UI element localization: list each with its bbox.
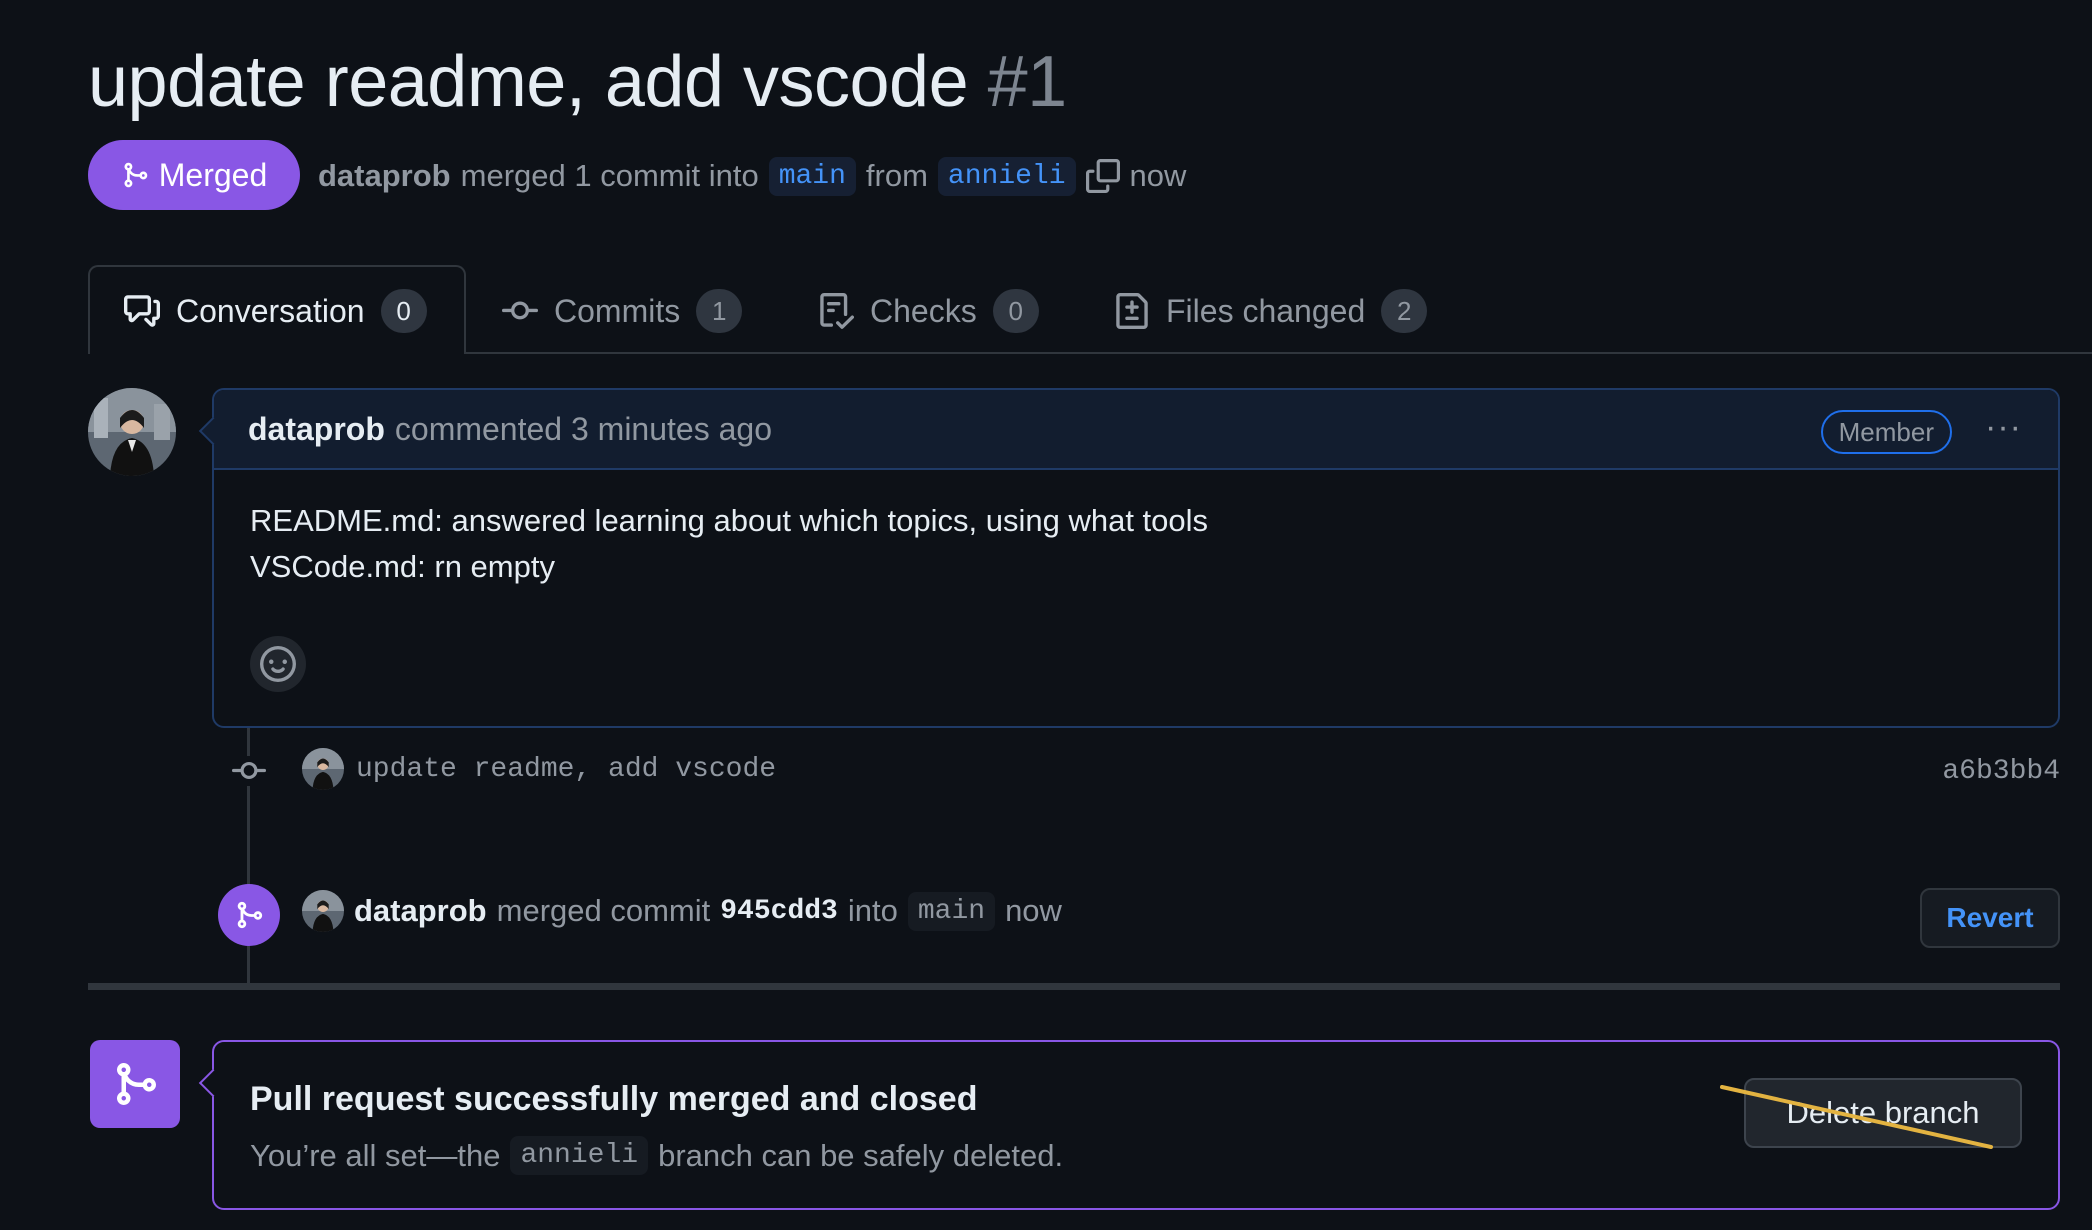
checklist-icon: [820, 293, 854, 329]
merge-time[interactable]: now: [1005, 893, 1062, 929]
base-branch-link[interactable]: main: [768, 156, 856, 196]
merge-status-icon: [90, 1040, 180, 1128]
pr-time: now: [1129, 158, 1187, 193]
commit-row: update readme, add vscode: [302, 748, 776, 790]
tab-files-changed[interactable]: Files changed 2: [1114, 266, 1428, 356]
from-text: from: [865, 158, 928, 193]
comment-discussion-icon: [124, 295, 160, 327]
commit-node: [230, 756, 268, 786]
kebab-menu-icon[interactable]: ···: [1985, 408, 2022, 447]
add-reaction-button[interactable]: [250, 636, 306, 692]
tab-checks-count: 0: [992, 289, 1039, 333]
pr-meta: dataprob merged 1 commit into main from …: [318, 150, 1186, 202]
merge-status-box: Pull request successfully merged and clo…: [212, 1040, 2060, 1210]
comment-line: README.md: answered learning about which…: [250, 503, 1209, 538]
merge-status-desc-before: You’re all set—the: [250, 1137, 501, 1173]
pr-author-link[interactable]: dataprob: [318, 158, 451, 194]
merged-state-badge: Merged: [88, 140, 300, 210]
merge-status-desc-after: branch can be safely deleted.: [658, 1137, 1064, 1173]
git-merge-icon: [117, 1063, 157, 1105]
merge-event-row: dataprob merged commit 945cdd3 into main…: [302, 890, 1062, 932]
comment-meta[interactable]: commented 3 minutes ago: [395, 411, 772, 448]
tab-commits-count: 1: [696, 289, 743, 333]
comment-line: VSCode.md: rn empty: [250, 549, 555, 584]
tab-conversation-count: 0: [380, 289, 427, 333]
tab-checks[interactable]: Checks 0: [818, 266, 1039, 356]
comment-header: dataprob commented 3 minutes ago Member …: [214, 390, 2058, 470]
git-merge-icon: [237, 901, 263, 929]
tab-conversation[interactable]: Conversation 0: [124, 266, 427, 356]
commit-message-link[interactable]: update readme, add vscode: [356, 754, 776, 785]
comment-card: dataprob commented 3 minutes ago Member …: [212, 388, 2060, 728]
pr-title: update readme, add vscode #1: [88, 40, 1067, 124]
tab-commits-label: Commits: [554, 292, 681, 329]
avatar[interactable]: [88, 388, 176, 476]
git-merge-icon: [124, 162, 148, 188]
smiley-icon: [260, 646, 296, 682]
merge-avatar[interactable]: [302, 890, 344, 932]
git-commit-icon: [502, 301, 538, 320]
pr-title-text: update readme, add vscode: [88, 42, 969, 122]
tab-commits[interactable]: Commits 1: [502, 266, 743, 356]
comment-author-link[interactable]: dataprob: [248, 411, 385, 448]
tab-files-changed-count: 2: [1381, 289, 1428, 333]
merge-into-text: into: [847, 893, 898, 928]
commit-avatar[interactable]: [302, 748, 344, 790]
revert-button[interactable]: Revert: [1920, 888, 2060, 948]
merged-label: Merged: [158, 156, 268, 193]
merge-status-branch: annieli: [510, 1136, 649, 1175]
pr-number: #1: [987, 42, 1068, 122]
delete-branch-button[interactable]: Delete branch: [1744, 1078, 2022, 1148]
merged-text: merged 1 commit into: [460, 158, 759, 193]
tab-conversation-label: Conversation: [176, 292, 365, 329]
merge-status-desc: You’re all set—the annieli branch can be…: [250, 1136, 1063, 1175]
commit-sha-link[interactable]: a6b3bb4: [1942, 756, 2060, 787]
merge-status-title: Pull request successfully merged and clo…: [250, 1080, 978, 1118]
copy-icon[interactable]: [1085, 159, 1120, 193]
merge-branch-link[interactable]: main: [907, 891, 996, 931]
merge-author-link[interactable]: dataprob: [354, 893, 487, 929]
timeline-divider: [88, 983, 2060, 990]
tab-files-changed-label: Files changed: [1166, 292, 1366, 329]
member-badge: Member: [1820, 410, 1952, 454]
merge-sha-link[interactable]: 945cdd3: [720, 896, 838, 927]
head-branch-link[interactable]: annieli: [937, 156, 1076, 196]
comment-body: README.md: answered learning about which…: [250, 498, 1208, 590]
merge-event-node: [218, 884, 280, 946]
tab-checks-label: Checks: [870, 292, 977, 329]
file-diff-icon: [1116, 293, 1148, 329]
merge-text: merged commit: [496, 893, 711, 928]
git-commit-icon: [232, 761, 266, 779]
